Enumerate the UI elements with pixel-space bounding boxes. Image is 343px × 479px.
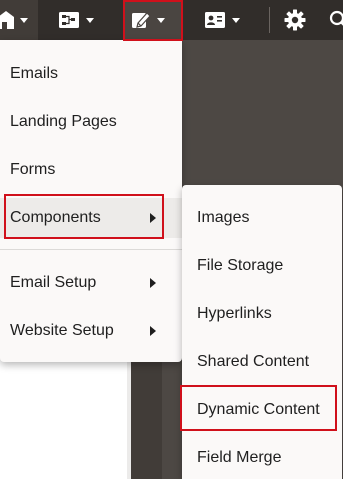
menu-item-forms[interactable]: Forms [0, 150, 182, 190]
menu-item-landing-pages[interactable]: Landing Pages [0, 102, 182, 142]
chevron-down-icon [232, 17, 240, 23]
menu-item-label: Emails [10, 65, 59, 82]
campaigns-menu-button[interactable] [58, 0, 108, 40]
chevron-down-icon [20, 17, 28, 23]
chevron-down-icon [86, 17, 94, 23]
menu-item-label: Website Setup [10, 322, 114, 339]
menu-item-label: Landing Pages [10, 113, 117, 130]
menu-divider [0, 249, 182, 250]
top-toolbar [0, 0, 343, 40]
pencil-edit-icon [131, 10, 151, 30]
submenu-item-hyperlinks[interactable]: Hyperlinks [182, 294, 342, 334]
search-icon [328, 10, 343, 30]
submenu-item-file-storage[interactable]: File Storage [182, 246, 342, 286]
components-submenu: Images File Storage Hyperlinks Shared Co… [182, 185, 342, 479]
menu-item-label: Forms [10, 161, 56, 178]
home-icon [0, 11, 14, 29]
contact-card-icon [204, 11, 226, 29]
chevron-right-icon [150, 213, 156, 223]
gear-icon [284, 9, 306, 31]
submenu-item-dynamic-content[interactable]: Dynamic Content [182, 390, 342, 430]
menu-item-label: Hyperlinks [197, 305, 272, 322]
submenu-item-shared-content[interactable]: Shared Content [182, 342, 342, 382]
menu-item-label: Dynamic Content [197, 401, 320, 418]
campaign-canvas-icon [58, 11, 80, 29]
assets-dropdown-menu: Emails Landing Pages Forms Components Em… [0, 40, 182, 362]
assets-menu-button[interactable] [124, 0, 182, 40]
menu-item-label: Components [10, 209, 101, 226]
chevron-right-icon [150, 326, 156, 336]
menu-item-label: Email Setup [10, 274, 97, 291]
menu-item-website-setup[interactable]: Website Setup [0, 311, 182, 351]
menu-item-label: Shared Content [197, 353, 310, 370]
toolbar-divider [269, 7, 270, 33]
menu-item-label: Images [197, 209, 250, 226]
menu-item-label: File Storage [197, 257, 284, 274]
submenu-item-images[interactable]: Images [182, 198, 342, 238]
search-button[interactable] [328, 0, 343, 40]
menu-item-label: Field Merge [197, 449, 282, 466]
menu-item-emails[interactable]: Emails [0, 54, 182, 94]
settings-button[interactable] [284, 0, 310, 40]
chevron-down-icon [157, 17, 165, 23]
chevron-right-icon [150, 278, 156, 288]
submenu-item-field-merge[interactable]: Field Merge [182, 438, 342, 478]
menu-item-email-setup[interactable]: Email Setup [0, 263, 182, 303]
home-menu-button[interactable] [0, 0, 38, 40]
menu-item-components[interactable]: Components [0, 198, 182, 238]
contacts-menu-button[interactable] [200, 0, 252, 40]
